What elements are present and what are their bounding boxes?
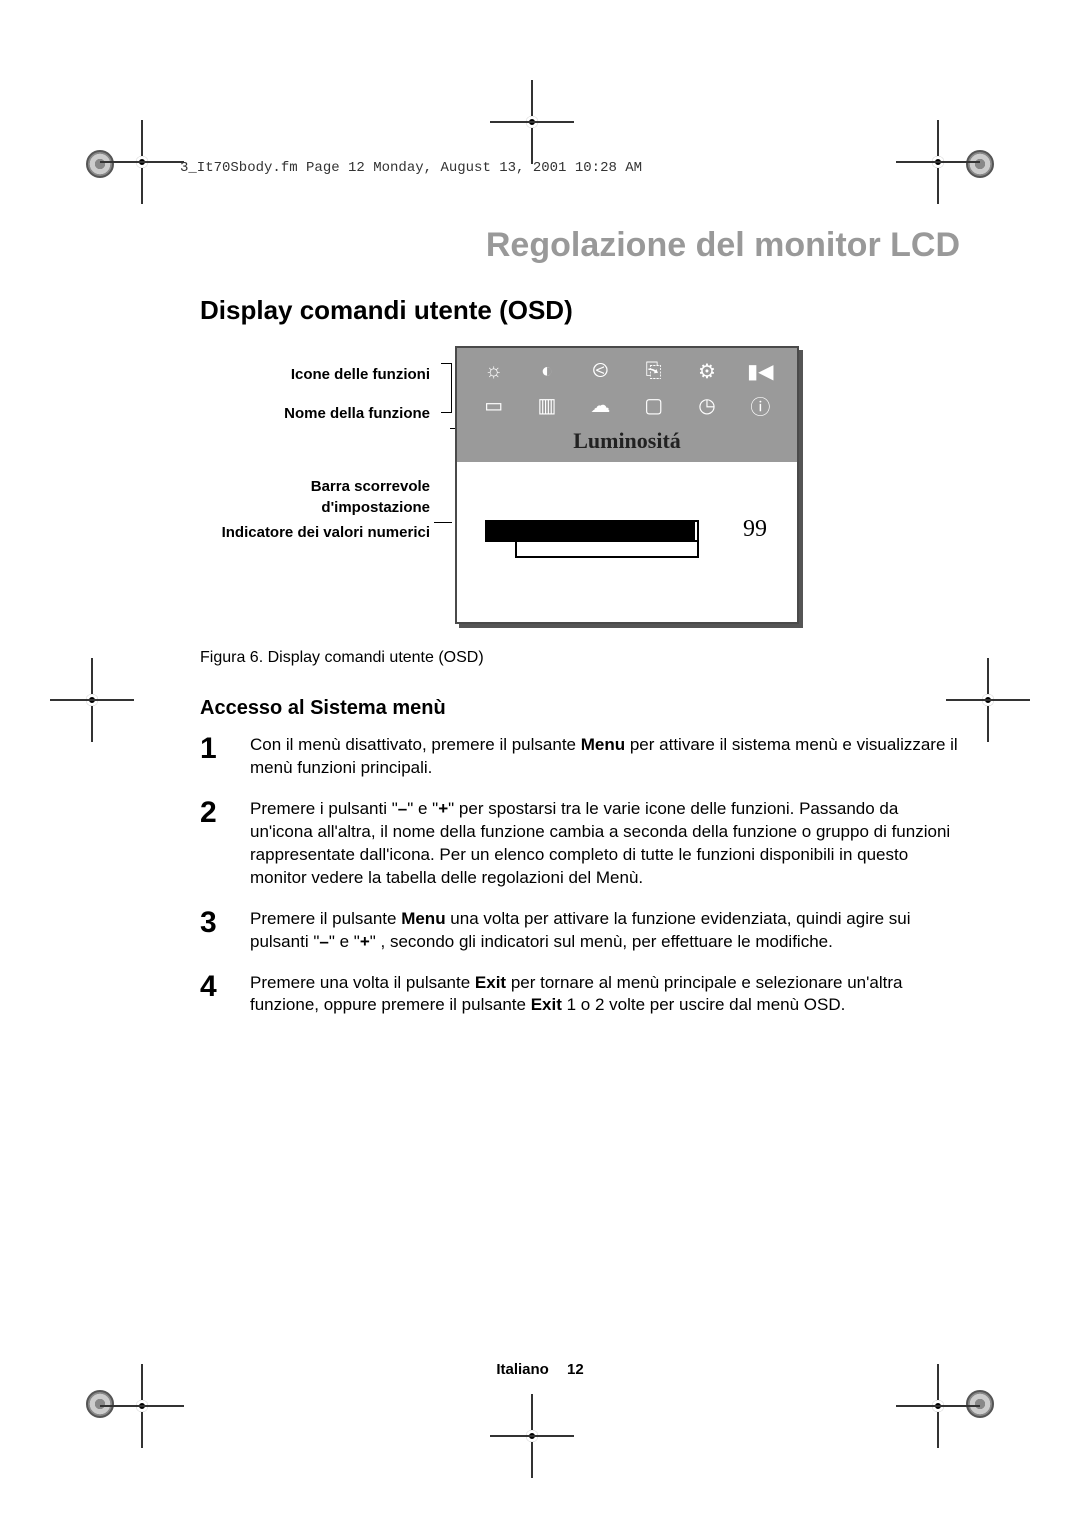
osd-panel: ☼ ◐ ⧀ ⎘ ⚙ ▮◀ ▭ ▥ ☁ ▢ ◷ ⓘ Luminositá <box>455 346 799 624</box>
source-file-header: 3_It70Sbody.fm Page 12 Monday, August 13… <box>180 160 960 176</box>
cross-mark-icon <box>130 1394 154 1418</box>
cross-mark-icon <box>130 150 154 174</box>
language-icon: ☁ <box>574 388 627 422</box>
reg-mark-icon <box>966 150 994 178</box>
cross-mark-icon <box>926 150 950 174</box>
footer-language: Italiano <box>496 1361 549 1378</box>
cross-mark-icon <box>976 688 1000 712</box>
osd-slider <box>485 520 699 542</box>
figure-caption: Figura 6. Display comandi utente (OSD) <box>200 649 960 667</box>
label-slider: Barra scorrevole d'impostazione <box>200 476 430 518</box>
step-text: Premere i pulsanti "–" e "+" per spostar… <box>250 798 960 890</box>
osd-value: 99 <box>743 516 767 543</box>
osd-function-name: Luminositá <box>457 426 797 462</box>
autosize-icon: ▭ <box>467 388 520 422</box>
subheading: Accesso al Sistema menù <box>200 697 960 720</box>
brightness-icon: ☼ <box>467 354 520 388</box>
label-numeric: Indicatore dei valori numerici <box>200 522 430 543</box>
step-text: Con il menù disattivato, premere il puls… <box>250 734 960 780</box>
reg-mark-icon <box>86 1390 114 1418</box>
contrast-icon: ◐ <box>520 354 573 388</box>
screen-icon: ▢ <box>627 388 680 422</box>
osd-slider-scale <box>515 542 699 558</box>
page-title: Regolazione del monitor LCD <box>200 226 960 265</box>
step-number: 3 <box>200 908 244 954</box>
phase-icon: ▥ <box>520 388 573 422</box>
step-number: 4 <box>200 972 244 1018</box>
cross-mark-icon <box>520 110 544 134</box>
reg-mark-icon <box>966 1390 994 1418</box>
reg-mark-icon <box>86 150 114 178</box>
zoom-icon: ▮◀ <box>734 354 787 388</box>
osd-figure: Icone delle funzioni Nome della funzione… <box>200 346 960 624</box>
label-icons: Icone delle funzioni <box>200 364 430 385</box>
label-function-name: Nome della funzione <box>200 403 430 424</box>
section-heading: Display comandi utente (OSD) <box>200 295 960 326</box>
step-text: Premere una volta il pulsante Exit per t… <box>250 972 960 1018</box>
footer-page-number: 12 <box>567 1361 584 1378</box>
cross-mark-icon <box>80 688 104 712</box>
info-icon: ⓘ <box>734 388 787 422</box>
clock-icon: ◷ <box>680 388 733 422</box>
step-number: 2 <box>200 798 244 890</box>
cross-mark-icon <box>520 1424 544 1448</box>
steps-list: 1 Con il menù disattivato, premere il pu… <box>200 734 960 1017</box>
hposition-icon: ⧀ <box>574 354 627 388</box>
cross-mark-icon <box>926 1394 950 1418</box>
step-text: Premere il pulsante Menu una volta per a… <box>250 908 960 954</box>
step-number: 1 <box>200 734 244 780</box>
page-footer: Italiano 12 <box>0 1361 1080 1378</box>
vposition-icon: ⎘ <box>627 354 680 388</box>
color-icon: ⚙ <box>680 354 733 388</box>
osd-icon-grid: ☼ ◐ ⧀ ⎘ ⚙ ▮◀ ▭ ▥ ☁ ▢ ◷ ⓘ <box>457 348 797 426</box>
